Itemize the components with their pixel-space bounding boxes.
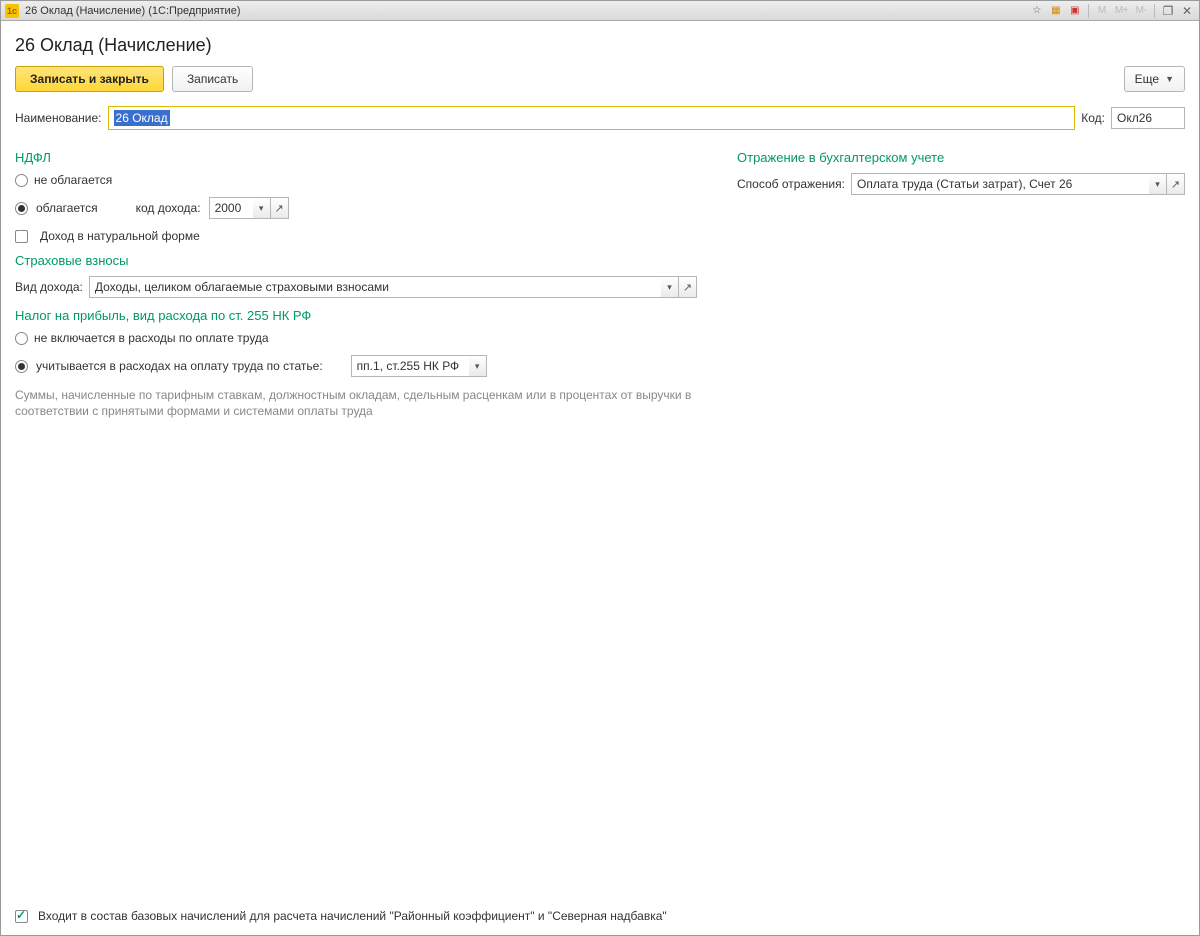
ndfl-taxed-row: облагается код дохода: ▾ ↗ [15,197,697,219]
more-button[interactable]: Еще ▼ [1124,66,1185,92]
profit-not-included-label: не включается в расходы по оплате труда [34,331,269,345]
accounting-method-select[interactable]: ▾ ↗ [851,173,1185,195]
article-select[interactable]: ▾ [351,355,487,377]
app-icon: 1c [5,4,19,18]
income-type-label: Вид дохода: [15,280,83,294]
accounting-method-label: Способ отражения: [737,177,845,191]
page-title: 26 Оклад (Начисление) [15,35,1185,56]
save-button[interactable]: Записать [172,66,253,92]
radio-profit-not-included[interactable] [15,332,28,345]
more-label: Еще [1135,72,1159,86]
accounting-method-open-icon[interactable]: ↗ [1167,173,1185,195]
chevron-down-icon: ▼ [1165,74,1174,84]
save-and-close-button[interactable]: Записать и закрыть [15,66,164,92]
favorite-icon[interactable]: ☆ [1029,4,1045,18]
income-code-open-icon[interactable]: ↗ [271,197,289,219]
name-input[interactable]: 26 Оклад [108,106,1076,130]
base-accrual-label: Входит в состав базовых начислений для р… [38,909,667,923]
income-code-dropdown-icon[interactable]: ▾ [253,197,271,219]
save-label: Записать [187,72,238,86]
income-code-label: код дохода: [136,201,201,215]
calendar-icon[interactable]: ▣ [1067,4,1083,18]
income-code-input[interactable] [209,197,253,219]
accounting-method-row: Способ отражения: ▾ ↗ [737,173,1185,195]
memory-mplus-button[interactable]: M+ [1113,4,1130,18]
window-title: 26 Оклад (Начисление) (1С:Предприятие) [25,5,240,17]
titlebar: 1c 26 Оклад (Начисление) (1С:Предприятие… [1,1,1199,21]
memory-mminus-button[interactable]: M- [1133,4,1149,18]
taxed-label: облагается [36,201,98,215]
window-frame: 1c 26 Оклад (Начисление) (1С:Предприятие… [0,0,1200,936]
natural-income-label: Доход в натуральной форме [40,229,200,243]
ndfl-header: НДФЛ [15,150,697,165]
income-type-dropdown-icon[interactable]: ▾ [661,276,679,298]
natural-income-checkbox[interactable] [15,230,28,243]
profit-tax-hint: Суммы, начисленные по тарифным ставкам, … [15,387,697,419]
columns: НДФЛ не облагается облагается код дохода… [15,140,1185,419]
insurance-header: Страховые взносы [15,253,697,268]
memory-m-button[interactable]: M [1094,4,1110,18]
ndfl-not-taxed-row[interactable]: не облагается [15,173,697,187]
name-code-row: Наименование: 26 Оклад Код: [15,106,1185,130]
calculator-icon[interactable]: ▦ [1048,4,1064,18]
natural-income-row[interactable]: Доход в натуральной форме [15,229,697,243]
radio-profit-included[interactable] [15,360,28,373]
income-type-input[interactable] [89,276,661,298]
radio-not-taxed[interactable] [15,174,28,187]
content-area: 26 Оклад (Начисление) Записать и закрыть… [1,21,1199,935]
right-column: Отражение в бухгалтерском учете Способ о… [737,140,1185,419]
radio-taxed[interactable] [15,202,28,215]
name-label: Наименование: [15,111,102,125]
toolbar: Записать и закрыть Записать Еще ▼ [15,66,1185,92]
income-type-select[interactable]: ▾ ↗ [89,276,697,298]
income-type-open-icon[interactable]: ↗ [679,276,697,298]
article-input[interactable] [351,355,469,377]
base-accrual-checkbox[interactable] [15,910,28,923]
not-taxed-label: не облагается [34,173,112,187]
income-type-row: Вид дохода: ▾ ↗ [15,276,697,298]
accounting-header: Отражение в бухгалтерском учете [737,150,1185,165]
article-dropdown-icon[interactable]: ▾ [469,355,487,377]
titlebar-buttons: ☆ ▦ ▣ M M+ M- ❐ ✕ [1029,4,1195,18]
name-value-selected: 26 Оклад [114,110,170,126]
save-and-close-label: Записать и закрыть [30,72,149,86]
close-window-icon[interactable]: ✕ [1179,4,1195,18]
restore-window-icon[interactable]: ❐ [1160,4,1176,18]
code-label: Код: [1081,111,1105,125]
left-column: НДФЛ не облагается облагается код дохода… [15,140,697,419]
profit-not-included-row[interactable]: не включается в расходы по оплате труда [15,331,697,345]
profit-included-row: учитывается в расходах на оплату труда п… [15,355,697,377]
footer-row: Входит в состав базовых начислений для р… [15,909,667,923]
accounting-method-input[interactable] [851,173,1149,195]
income-code-select[interactable]: ▾ ↗ [209,197,289,219]
accounting-method-dropdown-icon[interactable]: ▾ [1149,173,1167,195]
code-input[interactable] [1111,107,1185,129]
profit-included-label: учитывается в расходах на оплату труда п… [36,359,323,373]
profit-tax-header: Налог на прибыль, вид расхода по ст. 255… [15,308,697,323]
